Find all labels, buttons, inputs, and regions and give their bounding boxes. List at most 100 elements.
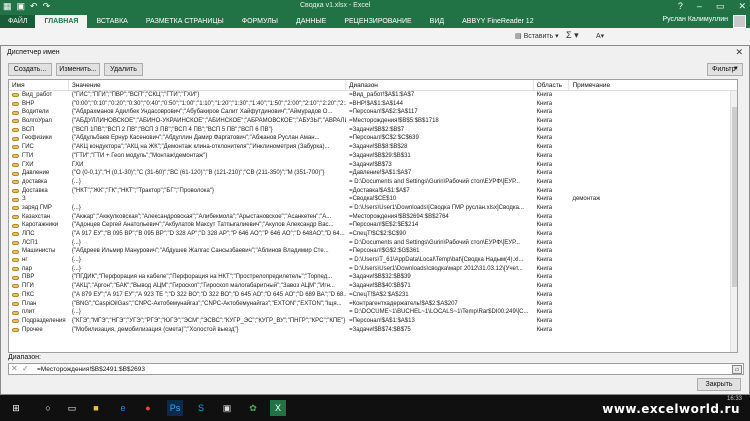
tab-page-layout[interactable]: РАЗМЕТКА СТРАНИЦЫ [137,15,233,28]
name-cell: План [9,300,69,309]
table-row[interactable]: Вид_работ {"ГИС";"ПГИ";"ПВР";"ВСП";"СКЦ";… [9,91,737,100]
table-row[interactable]: Казахстан {"Акжар";"Акжулковская";"Алекса… [9,213,737,222]
maximize-icon[interactable]: ▭ [716,1,725,12]
windows-start-icon[interactable]: ⊞ [8,400,24,416]
cancel-icon[interactable]: ✕ [11,364,18,373]
tab-view[interactable]: ВИД [421,15,453,28]
value-cell: {"ПГДИК";"Перфорация на кабеле";"Перфора… [71,274,333,281]
sort-filter-button[interactable]: A▾ [596,32,604,40]
avatar[interactable] [733,15,746,28]
create-button[interactable]: Создать... [8,63,52,76]
column-header-scope[interactable]: Область [534,80,570,90]
tab-abbyy[interactable]: ABBYY FineReader 12 [453,15,542,28]
redo-icon[interactable]: ↷ [43,1,51,12]
table-row[interactable]: ВолгоУрал {"АБДУЛЛИНОВСКОЕ";"АБИНО-УКРАИН… [9,117,737,126]
table-row[interactable]: доставка {...} = D:\Documents and Settings… [9,178,737,187]
table-row[interactable]: ВСП {"ВСП 1ПВ";"ВСП 2 ПВ";"ВСП 3 ПВ";"ВСП… [9,126,737,135]
chrome-icon[interactable]: ● [140,400,156,416]
named-range-icon [12,241,19,246]
table-row[interactable]: З =Сводка!$CE$10 Книга демонтаж [9,195,737,204]
task-view-icon[interactable]: ▭ [64,400,80,416]
table-row[interactable]: заряд ГМР {...} = D:\Users\User1\Downloads… [9,204,737,213]
edit-button[interactable]: Изменить... [56,63,100,76]
user-name[interactable]: Руслан Калимуллин [662,16,728,23]
value-cell: {"Абдреев Ильмир Манурович";"Абдушев Жал… [71,248,329,255]
table-row[interactable]: ПВР {"ПГДИК";"Перфорация на кабеле";"Перф… [9,273,737,282]
edge-icon[interactable]: e [115,400,131,416]
tab-review[interactable]: РЕЦЕНЗИРОВАНИЕ [335,15,420,28]
autosum-button[interactable]: Σ ▾ [566,30,579,41]
vertical-scrollbar[interactable] [730,91,737,352]
table-row[interactable]: пар {...} = D:\Users\User1\Downloads\сводк… [9,265,737,274]
table-row[interactable]: Водители {"Абдрахманов Адилбек Ундасовров… [9,108,737,117]
value-cell: {"Акжар";"Акжулковская";"Александровская… [71,213,332,220]
scope-cell: Книга [536,135,553,142]
value-cell: {"BNG";"CaspiOilGas";"CNPC-Актобемунайга… [71,300,342,307]
green-app-icon[interactable]: ✿ [245,400,261,416]
excel-taskbar-icon[interactable]: X [270,400,286,416]
window-app-icon[interactable]: ▣ [219,400,235,416]
table-row[interactable]: нг {...} = D:\Users\T_61\AppData\Local\Tem… [9,256,737,265]
column-header-name[interactable]: Имя [9,80,69,90]
help-icon[interactable]: ? [678,1,683,12]
table-row[interactable]: ГТИ {"ГТИ";"ГТИ + Геол модуль";"Монтаж\де… [9,152,737,161]
filter-button[interactable]: Фильтр ▼ [707,63,743,76]
photoshop-icon[interactable]: Ps [167,400,183,416]
range-cell: =Персонал!$C$2:$C$639 [349,135,419,142]
tab-formulas[interactable]: ФОРМУЛЫ [233,15,287,28]
table-row[interactable]: ЛПС {"А 917 ЕУ";"В 095 ВР";"В 095 ВР";"D … [9,230,737,239]
table-row[interactable]: плит {...} = D:\DOCUME~1\BUCHEL~1\LOCALS~1… [9,308,737,317]
scope-cell: Книга [536,309,553,316]
tab-home[interactable]: ГЛАВНАЯ [35,15,88,28]
table-row[interactable]: ПГИ {"АКЦ";"Аргон";"БАК";"Вывод АЦМ";"Гир… [9,282,737,291]
close-icon[interactable]: ✕ [735,47,743,58]
confirm-icon[interactable]: ✓ [22,364,29,373]
table-row[interactable]: ВНР {"0:00";"0:10";"0:20";"0:30";"0:40";"… [9,100,737,109]
save-icon[interactable]: ▣ [17,1,26,12]
close-window-icon[interactable]: ✕ [738,1,746,12]
table-row[interactable]: Машинисты {"Абдреев Ильмир Манурович";"Аб… [9,247,737,256]
undo-icon[interactable]: ↶ [30,1,38,12]
scope-cell: Книга [536,161,553,168]
scrollbar-thumb[interactable] [732,107,737,287]
column-header-range[interactable]: Диапазон [346,80,534,90]
table-row[interactable]: ГИС {"АКЦ кондуктора";"АКЦ на ЖК";"Демонт… [9,143,737,152]
table-row[interactable]: Доставка {"НКТ";"ЖК";"ГК";"НКТ";"Трактор"… [9,187,737,196]
table-row[interactable]: Подразделения {"КГЭ";"МГЭ";"НГЭ";"УГЭ";"Р… [9,317,737,326]
minimize-icon[interactable]: – [697,1,702,12]
range-value[interactable]: =Месторождения!$B$2491:$B$2693 [37,366,145,373]
note-cell [569,230,737,239]
table-row[interactable]: Каротажники {"Адонцев Сергей Анатольевич"… [9,221,737,230]
excel-title-bar: ▦ ▣ ↶ ↷ Сводка v1.xlsx - Excel ? – ▭ ✕ [0,0,750,14]
named-range-icon [12,327,19,332]
table-row[interactable]: Прочее {"Мобилизация, демобилизация (смет… [9,326,737,335]
table-row[interactable]: ПКС {"А 879 ЕУ";"А 917 ЕУ";"А 923 ТЕ ";"D… [9,291,737,300]
range-cell: =Задачи!$B$29:$B$31 [349,152,411,159]
named-range-icon [12,180,19,185]
collapse-dialog-icon[interactable]: ▭ [732,365,742,374]
table-row[interactable]: Давление {"О (0-0,1)";"Н (0,1-30)";"С (31… [9,169,737,178]
table-row[interactable]: Геофизики {"Абдульбаев Ернур Касенович";"… [9,134,737,143]
value-cell: {"О (0-0,1)";"Н (0,1-30)";"С (31-60)";"В… [71,170,325,177]
scope-cell: Книга [536,317,553,324]
search-icon[interactable]: ○ [40,400,56,416]
range-field[interactable]: ✕ ✓ =Месторождения!$B$2491:$B$2693 ▭ [8,363,744,375]
named-range-icon [12,301,19,306]
skype-icon[interactable]: S [193,400,209,416]
table-row[interactable]: ЛСП1 {...} = D:\Documents and Settings\Gur… [9,239,737,248]
value-cell: {"Абдрахманов Адилбек Ундасоврович";"Абу… [71,109,333,116]
name-cell: З [9,195,69,204]
name-text: Каротажники [22,222,59,229]
close-button[interactable]: Закрыть [697,378,741,391]
delete-button[interactable]: Удалить [104,63,143,76]
name-cell: Вид_работ [9,91,69,100]
file-explorer-icon[interactable]: ■ [88,400,104,416]
tab-data[interactable]: ДАННЫЕ [287,15,335,28]
column-header-note[interactable]: Примечание [569,80,737,90]
column-header-value[interactable]: Значение [69,80,347,90]
table-row[interactable]: План {"BNG";"CaspiOilGas";"CNPC-Актобемун… [9,300,737,309]
insert-cells-button[interactable]: ▤ Вставить ▾ [515,32,559,40]
table-row[interactable]: ГХИ ГХИ =Задачи!$B$73 Книга [9,161,737,170]
tab-insert[interactable]: ВСТАВКА [87,15,136,28]
tab-file[interactable]: ФАЙЛ [0,15,36,28]
